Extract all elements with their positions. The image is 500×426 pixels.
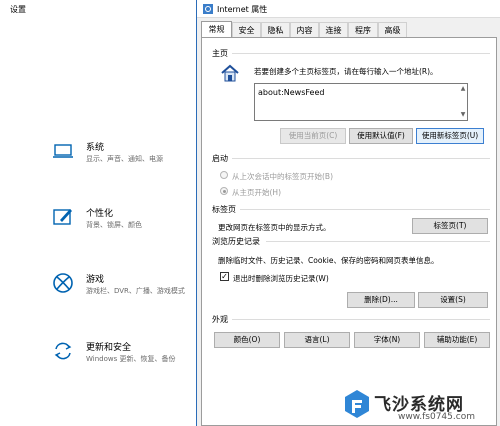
house-icon	[221, 64, 239, 82]
delete-on-exit-label: 退出时删除浏览历史记录(W)	[233, 274, 329, 283]
group-divider	[232, 53, 490, 54]
homepage-textarea[interactable]: about:NewsFeed ▲ ▼	[254, 83, 468, 121]
use-current-button[interactable]: 使用当前页(C)	[280, 128, 346, 144]
tabs-description: 更改网页在标签页中的显示方式。	[218, 223, 331, 232]
update-icon	[54, 342, 72, 360]
scroll-down-icon[interactable]: ▼	[459, 111, 467, 119]
tabs-button[interactable]: 标签页(T)	[412, 218, 488, 234]
appearance-group-label: 外观	[212, 315, 228, 324]
category-subtitle: 背景、锁屏、颜色	[86, 221, 142, 229]
history-description: 删除临时文件、历史记录、Cookie、保存的密码和网页表单信息。	[218, 256, 439, 265]
internet-properties-dialog: Internet 属性 常规 安全 隐私 内容 连接 程序 高级 主页 若要创建…	[196, 0, 500, 426]
use-default-button[interactable]: 使用默认值(F)	[349, 128, 413, 144]
fonts-button[interactable]: 字体(N)	[354, 332, 420, 348]
scroll-up-icon[interactable]: ▲	[459, 85, 467, 93]
group-divider	[266, 241, 490, 242]
history-group-label: 浏览历史记录	[212, 237, 260, 246]
settings-window: 设置 系统 显示、声音、通知、电源 个性化 背景、锁屏、颜色 游戏 游戏栏、DV…	[0, 0, 200, 426]
startup-group-label: 启动	[212, 154, 228, 163]
category-update-security[interactable]: 更新和安全 Windows 更新、恢复、备份	[52, 340, 202, 380]
category-title: 个性化	[86, 209, 114, 219]
delete-on-exit-checkbox[interactable]: ✓	[220, 272, 229, 281]
use-new-tab-button[interactable]: 使用新标签页(U)	[416, 128, 484, 144]
tab-advanced[interactable]: 高级	[378, 22, 407, 37]
tab-programs[interactable]: 程序	[348, 22, 378, 37]
tab-connections[interactable]: 连接	[319, 22, 348, 37]
category-personalization[interactable]: 个性化 背景、锁屏、颜色	[52, 206, 202, 246]
watermark: 飞沙系统网 www.fs0745.com	[338, 384, 500, 426]
radio-start-homepage[interactable]	[220, 187, 228, 195]
tab-general[interactable]: 常规	[201, 21, 232, 38]
tabs-group-label: 标签页	[212, 205, 236, 214]
homepage-description: 若要创建多个主页标签页，请在每行输入一个地址(R)。	[254, 67, 438, 76]
category-title: 系统	[86, 143, 105, 153]
group-divider	[232, 158, 490, 159]
watermark-logo-icon	[345, 390, 369, 418]
category-subtitle: Windows 更新、恢复、备份	[86, 355, 176, 363]
dialog-title: Internet 属性	[217, 5, 268, 14]
group-divider	[240, 209, 490, 210]
start-homepage-label: 从主页开始(H)	[232, 188, 281, 197]
colors-button[interactable]: 颜色(O)	[214, 332, 280, 348]
tab-security[interactable]: 安全	[232, 22, 261, 37]
paint-icon	[53, 209, 72, 225]
category-title: 更新和安全	[86, 343, 132, 353]
xbox-icon	[53, 273, 73, 293]
start-last-session-label: 从上次会话中的标签页开始(B)	[232, 172, 333, 181]
category-system[interactable]: 系统 显示、声音、通知、电源	[52, 140, 202, 180]
dialog-titlebar[interactable]: Internet 属性	[197, 0, 500, 18]
general-tab-panel: 主页 若要创建多个主页标签页，请在每行输入一个地址(R)。 about:News…	[201, 37, 497, 426]
settings-title: 设置	[10, 5, 26, 14]
accessibility-button[interactable]: 辅助功能(E)	[424, 332, 490, 348]
category-title: 游戏	[86, 275, 105, 285]
languages-button[interactable]: 语言(L)	[284, 332, 350, 348]
category-subtitle: 显示、声音、通知、电源	[86, 155, 163, 163]
radio-start-last-session[interactable]	[220, 171, 228, 179]
homepage-group-label: 主页	[212, 49, 228, 58]
category-gaming[interactable]: 游戏 游戏栏、DVR、广播、游戏模式	[52, 272, 202, 312]
laptop-icon	[53, 144, 73, 158]
history-settings-button[interactable]: 设置(S)	[418, 292, 488, 308]
tab-content[interactable]: 内容	[290, 22, 319, 37]
internet-options-icon	[203, 4, 213, 14]
group-divider	[232, 319, 490, 320]
tab-privacy[interactable]: 隐私	[261, 22, 290, 37]
delete-history-button[interactable]: 删除(D)...	[347, 292, 415, 308]
watermark-url: www.fs0745.com	[398, 412, 475, 422]
homepage-value: about:NewsFeed	[258, 88, 325, 97]
category-subtitle: 游戏栏、DVR、广播、游戏模式	[86, 287, 185, 295]
